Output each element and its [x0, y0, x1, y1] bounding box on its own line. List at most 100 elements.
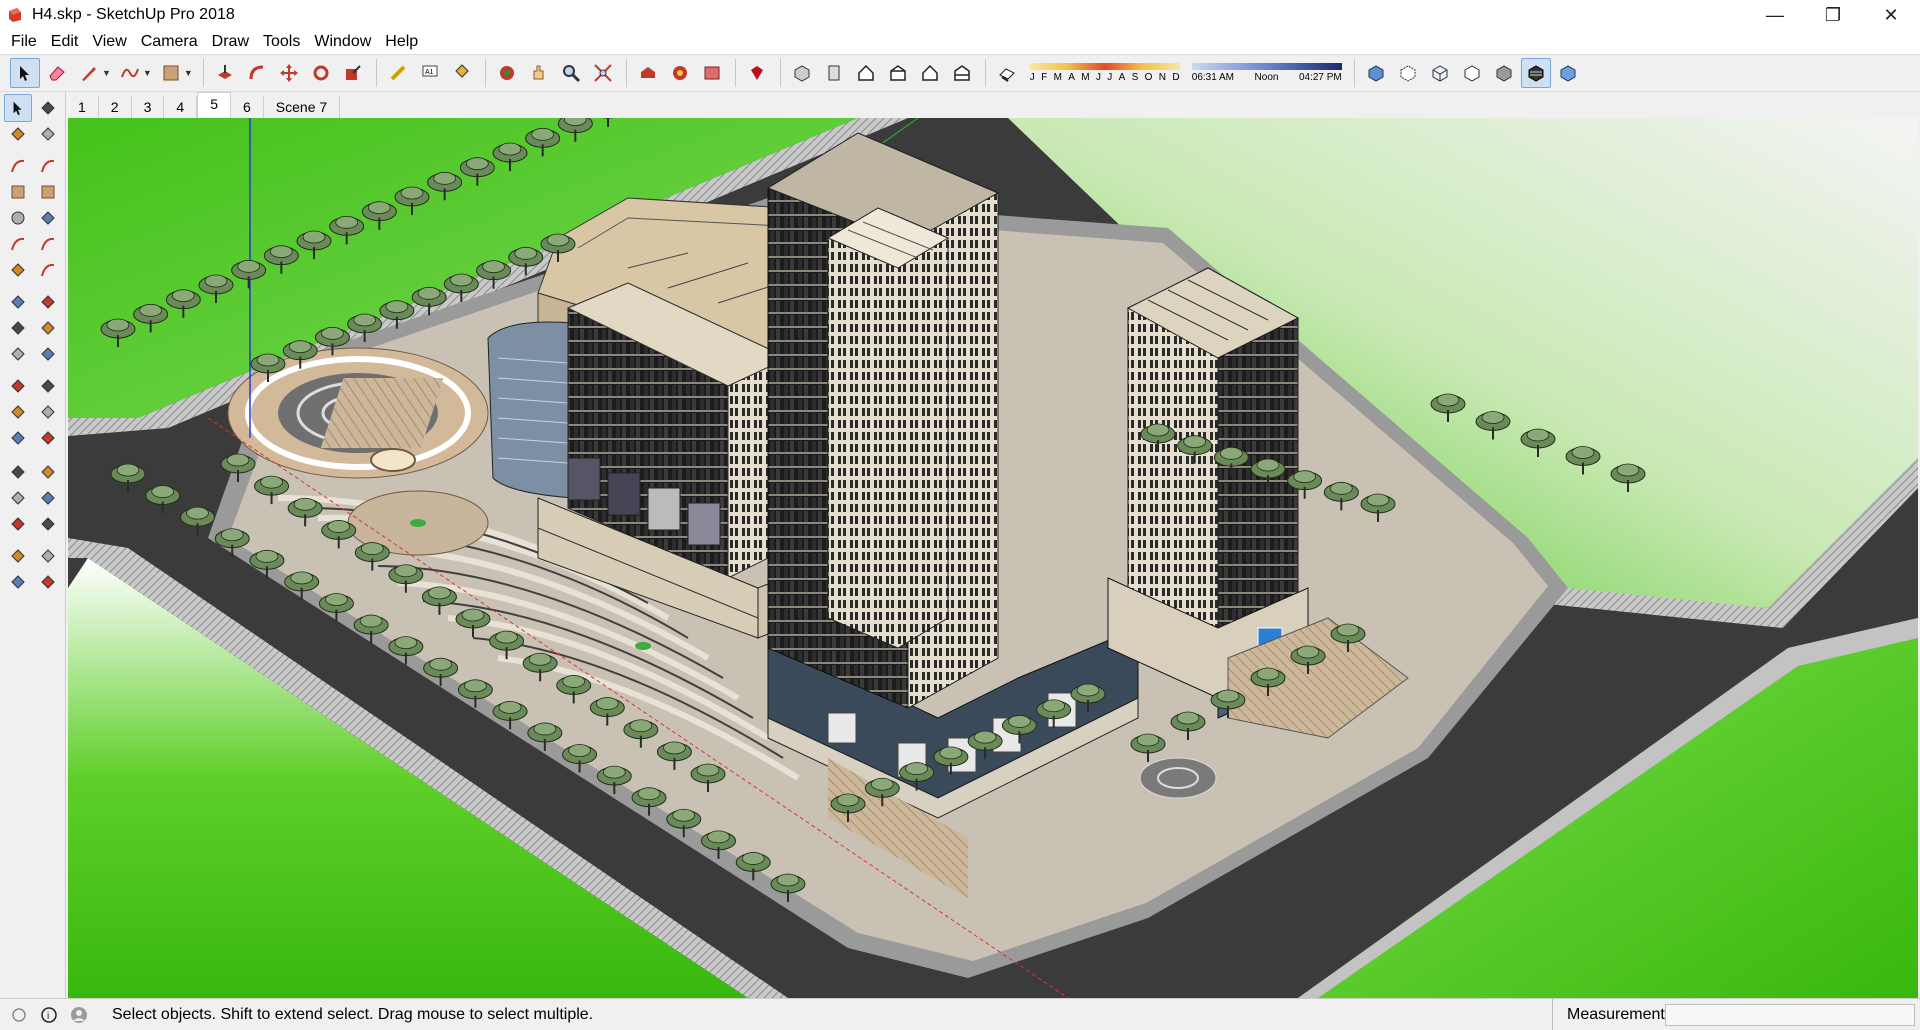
zoom-icon[interactable]: [556, 58, 586, 88]
select-icon[interactable]: [10, 58, 40, 88]
measurements-input[interactable]: [1665, 1004, 1915, 1026]
menu-tools[interactable]: Tools: [256, 30, 307, 54]
shaded-icon[interactable]: [1489, 58, 1519, 88]
front-view-icon[interactable]: [819, 58, 849, 88]
offset-icon[interactable]: [34, 340, 62, 368]
pencil-dropdown-icon[interactable]: ▼: [102, 68, 111, 78]
scale-icon[interactable]: [4, 340, 32, 368]
pan-icon[interactable]: [34, 458, 62, 486]
model-viewport[interactable]: [68, 118, 1918, 998]
scene-tab[interactable]: Scene 7: [264, 96, 341, 118]
push-pull-icon[interactable]: [34, 288, 62, 316]
polygon-icon[interactable]: [34, 204, 62, 232]
user-account-icon[interactable]: [68, 1004, 90, 1026]
back-view-icon[interactable]: [915, 58, 945, 88]
push-pull-icon[interactable]: [210, 58, 240, 88]
extension-warehouse-icon[interactable]: [665, 58, 695, 88]
layout-icon[interactable]: [697, 58, 727, 88]
menu-view[interactable]: View: [85, 30, 133, 54]
move-icon[interactable]: [274, 58, 304, 88]
move-icon[interactable]: [4, 288, 32, 316]
scene-tab-active[interactable]: 5: [197, 92, 231, 118]
text-icon[interactable]: [34, 398, 62, 426]
right-view-icon[interactable]: [883, 58, 913, 88]
menu-file[interactable]: File: [4, 30, 44, 54]
pan-icon[interactable]: [524, 58, 554, 88]
eraser-icon[interactable]: [42, 58, 72, 88]
eraser-icon[interactable]: [34, 120, 62, 148]
tape-measure-icon[interactable]: [4, 372, 32, 400]
rectangle-icon[interactable]: [4, 178, 32, 206]
walk-icon[interactable]: [4, 568, 32, 596]
arc-icon[interactable]: [4, 230, 32, 258]
wireframe-icon[interactable]: [1425, 58, 1455, 88]
title-bar: H4.skp - SketchUp Pro 2018 — ❐ ✕: [0, 0, 1920, 30]
pencil-icon[interactable]: [74, 58, 104, 88]
monochrome-icon[interactable]: [1553, 58, 1583, 88]
rotated-rectangle-icon[interactable]: [34, 178, 62, 206]
arc-dropdown-icon[interactable]: ▼: [143, 68, 152, 78]
ruby-icon[interactable]: [742, 58, 772, 88]
scene-tab[interactable]: 3: [132, 96, 165, 118]
geo-location-icon[interactable]: [8, 1004, 30, 1026]
back-edges-icon[interactable]: [1393, 58, 1423, 88]
follow-me-icon[interactable]: [242, 58, 272, 88]
restore-icon[interactable]: ❐: [1804, 0, 1862, 30]
iso-view-icon[interactable]: [787, 58, 817, 88]
zoom-extents-icon[interactable]: [4, 510, 32, 538]
rotate-icon[interactable]: [4, 314, 32, 342]
dimension-icon[interactable]: [34, 372, 62, 400]
shadows-toggle-icon[interactable]: [992, 58, 1022, 88]
paint-bucket-icon[interactable]: [447, 58, 477, 88]
orbit-icon[interactable]: [492, 58, 522, 88]
menu-window[interactable]: Window: [307, 30, 378, 54]
text-icon[interactable]: A1: [415, 58, 445, 88]
follow-me-icon[interactable]: [34, 314, 62, 342]
shaded-textures-icon[interactable]: [1520, 58, 1551, 88]
two-point-arc-icon[interactable]: [34, 230, 62, 258]
make-component-icon[interactable]: [34, 94, 62, 122]
paint-bucket-icon[interactable]: [4, 120, 32, 148]
credits-info-icon[interactable]: i: [38, 1004, 60, 1026]
position-camera-icon[interactable]: [4, 542, 32, 570]
zoom-extents-icon[interactable]: [588, 58, 618, 88]
hidden-line-icon[interactable]: [1457, 58, 1487, 88]
menu-edit[interactable]: Edit: [44, 30, 86, 54]
shape-dropdown-icon[interactable]: ▼: [184, 68, 193, 78]
scene-tab[interactable]: 4: [164, 96, 198, 118]
warehouse-icon[interactable]: [633, 58, 663, 88]
menu-help[interactable]: Help: [378, 30, 425, 54]
zoom-window-icon[interactable]: [34, 484, 62, 512]
left-view-icon[interactable]: [947, 58, 977, 88]
orbit-icon[interactable]: [4, 458, 32, 486]
protractor-icon[interactable]: [4, 398, 32, 426]
xray-icon[interactable]: [1361, 58, 1391, 88]
three-point-arc-icon[interactable]: [34, 256, 62, 284]
scale-icon[interactable]: [338, 58, 368, 88]
section-plane-icon[interactable]: [34, 568, 62, 596]
rotate-icon[interactable]: [306, 58, 336, 88]
3d-text-icon[interactable]: [34, 424, 62, 452]
minimize-icon[interactable]: —: [1746, 0, 1804, 30]
scene-tab[interactable]: 2: [99, 96, 132, 118]
close-icon[interactable]: ✕: [1862, 0, 1920, 30]
tape-measure-icon[interactable]: [383, 58, 413, 88]
freehand-icon[interactable]: [34, 152, 62, 180]
circle-icon[interactable]: [4, 204, 32, 232]
pie-icon[interactable]: [4, 256, 32, 284]
axes-icon[interactable]: [4, 424, 32, 452]
shadow-time-slider[interactable]: 06:31 AM Noon 04:27 PM: [1191, 63, 1342, 83]
scene-tab[interactable]: 6: [231, 96, 264, 118]
top-view-icon[interactable]: [851, 58, 881, 88]
zoom-icon[interactable]: [4, 484, 32, 512]
rectangle-icon[interactable]: [156, 58, 186, 88]
look-around-icon[interactable]: [34, 542, 62, 570]
menu-camera[interactable]: Camera: [134, 30, 205, 54]
select-icon[interactable]: [4, 94, 32, 122]
menu-draw[interactable]: Draw: [205, 30, 256, 54]
shadow-month-slider[interactable]: J F M A M J J A S O N D: [1029, 63, 1180, 83]
line-icon[interactable]: [4, 152, 32, 180]
freehand-icon[interactable]: [115, 58, 145, 88]
previous-view-icon[interactable]: [34, 510, 62, 538]
scene-tab[interactable]: 1: [66, 96, 99, 118]
